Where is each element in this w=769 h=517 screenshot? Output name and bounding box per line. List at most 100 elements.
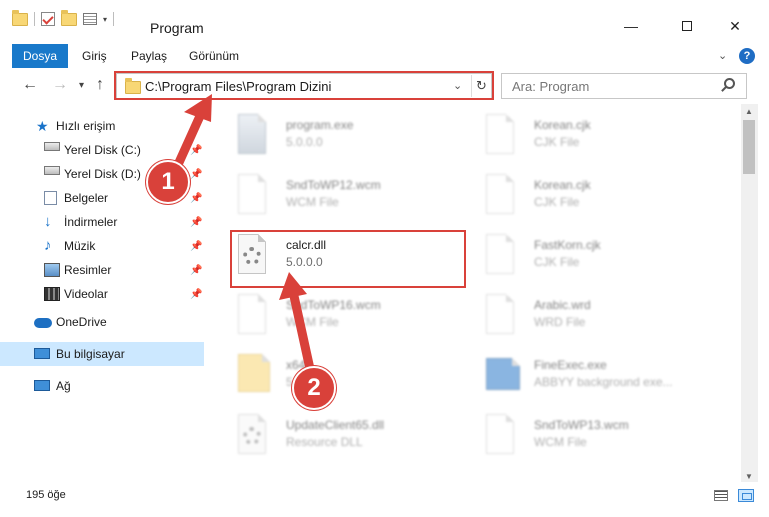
title-bar: ▾ Program — ✕	[0, 0, 769, 40]
item-count: 195 öğe	[26, 489, 66, 501]
file-icon	[486, 174, 514, 214]
pin-icon[interactable]: 📌	[190, 289, 202, 300]
sidebar-item-pictures[interactable]: Resimler 📌	[0, 258, 204, 282]
address-text[interactable]: C:\Program Files\Program Dizini	[145, 79, 331, 94]
close-button[interactable]: ✕	[712, 12, 758, 40]
minimize-icon: —	[624, 18, 638, 34]
help-icon[interactable]: ?	[739, 48, 755, 64]
sidebar-item-downloads[interactable]: ↓ İndirmeler 📌	[0, 210, 204, 234]
documents-icon	[44, 191, 57, 205]
list-item[interactable]: FastKorn.cjk CJK File	[472, 228, 712, 284]
drive-icon	[44, 166, 60, 175]
sidebar-label: Yerel Disk (C:)	[64, 143, 141, 157]
sidebar-label: Belgeler	[64, 191, 109, 205]
dll-file-icon	[238, 234, 266, 274]
sidebar-item-quick-access[interactable]: ★ Hızlı erişim	[0, 114, 204, 138]
address-bar[interactable]: C:\Program Files\Program Dizini ⌄ ↻	[116, 73, 492, 99]
list-item[interactable]: Korean.cjk CJK File	[472, 108, 712, 164]
pin-icon[interactable]: 📌	[190, 169, 202, 180]
forward-button[interactable]: →	[52, 76, 68, 94]
search-input[interactable]: Ara: Program	[512, 79, 589, 94]
search-icon[interactable]	[724, 78, 735, 89]
new-folder-icon[interactable]	[61, 9, 77, 26]
list-item[interactable]: Arabic.wrd WRD File	[472, 288, 712, 344]
sidebar-label: Resimler	[64, 263, 112, 277]
list-item-calcr-dll[interactable]: calcr.dll 5.0.0.0	[224, 228, 464, 284]
tiles-view-icon[interactable]	[738, 489, 754, 502]
pin-icon[interactable]: 📌	[190, 265, 202, 276]
properties-icon[interactable]	[83, 13, 97, 25]
cloud-icon	[34, 318, 52, 328]
pin-icon[interactable]: 📌	[190, 241, 202, 252]
list-item[interactable]: UpdateClient65.dll Resource DLL	[224, 408, 464, 464]
file-icon	[486, 414, 514, 454]
file-detail: 5.0.0.0	[286, 135, 323, 149]
network-icon	[34, 380, 50, 391]
tab-view[interactable]: Görünüm	[189, 49, 239, 63]
file-detail: WCM File	[286, 195, 339, 209]
ribbon: Dosya Giriş Paylaş Görünüm ⌄ ?	[0, 44, 769, 68]
address-dropdown-icon[interactable]: ⌄	[453, 79, 462, 92]
file-detail: CJK File	[534, 195, 580, 209]
sidebar-item-videos[interactable]: Videolar 📌	[0, 282, 204, 306]
folder-icon[interactable]	[12, 9, 28, 26]
status-bar: 195 öğe	[0, 484, 769, 508]
scroll-up-icon[interactable]: ▲	[745, 107, 753, 116]
pin-icon[interactable]: 📌	[190, 193, 202, 204]
sidebar-label: Hızlı erişim	[56, 119, 116, 133]
sidebar-label: Ağ	[56, 379, 71, 393]
details-view-icon[interactable]	[714, 490, 728, 501]
list-item[interactable]: FineExec.exe ABBYY background exe...	[472, 348, 712, 404]
minimize-button[interactable]: —	[608, 12, 654, 40]
list-item[interactable]: SndToWP13.wcm WCM File	[472, 408, 712, 464]
tab-file[interactable]: Dosya	[12, 44, 68, 68]
sidebar-item-this-pc[interactable]: Bu bilgisayar	[0, 342, 204, 366]
list-item[interactable]: SndToWP12.wcm WCM File	[224, 168, 464, 224]
file-name: FastKorn.cjk	[534, 238, 601, 252]
file-name: SndToWP12.wcm	[286, 178, 381, 192]
file-name: Korean.cjk	[534, 118, 591, 132]
file-icon	[486, 234, 514, 274]
separator	[34, 12, 35, 26]
pin-icon[interactable]: 📌	[190, 217, 202, 228]
sidebar-item-onedrive[interactable]: OneDrive	[0, 310, 204, 334]
file-detail: Resource DLL	[286, 435, 363, 449]
app-icon	[486, 358, 520, 390]
vertical-scrollbar[interactable]: ▲ ▼	[741, 104, 758, 482]
up-button[interactable]: ↑	[96, 76, 104, 94]
file-name: SndToWP13.wcm	[534, 418, 629, 432]
properties-check-icon[interactable]	[41, 12, 55, 26]
file-detail: WCM File	[534, 435, 587, 449]
sidebar-item-network[interactable]: Ağ	[0, 374, 204, 398]
tab-home[interactable]: Giriş	[82, 49, 107, 63]
file-detail: WRD File	[534, 315, 586, 329]
sidebar-label: OneDrive	[56, 315, 107, 329]
sidebar-label: Videolar	[64, 287, 108, 301]
list-item[interactable]: x64 5.0	[224, 348, 464, 404]
customize-toolbar-icon[interactable]: ▾	[103, 15, 107, 24]
search-box[interactable]: Ara: Program	[501, 73, 747, 99]
tab-share[interactable]: Paylaş	[131, 49, 167, 63]
scroll-down-icon[interactable]: ▼	[745, 472, 753, 481]
recent-locations-button[interactable]: ▾	[79, 80, 84, 91]
close-icon: ✕	[729, 17, 741, 34]
list-item[interactable]: Korean.cjk CJK File	[472, 168, 712, 224]
sidebar-item-drive-c[interactable]: Yerel Disk (C:) 📌	[0, 138, 204, 162]
file-name: FineExec.exe	[534, 358, 607, 372]
list-item[interactable]: SndToWP16.wcm WCM File	[224, 288, 464, 344]
back-button[interactable]: ←	[22, 76, 38, 94]
file-name: calcr.dll	[286, 238, 327, 252]
maximize-button[interactable]	[664, 12, 710, 40]
file-list: program.exe 5.0.0.0 SndToWP12.wcm WCM Fi…	[216, 104, 740, 478]
window-title: Program	[150, 20, 204, 36]
scroll-thumb[interactable]	[743, 120, 755, 174]
expand-ribbon-icon[interactable]: ⌄	[718, 49, 727, 62]
pin-icon[interactable]: 📌	[190, 145, 202, 156]
file-icon	[238, 174, 266, 214]
file-name: UpdateClient65.dll	[286, 418, 385, 432]
gear-icon	[243, 247, 261, 265]
step-1-badge: 1	[146, 160, 190, 204]
list-item[interactable]: program.exe 5.0.0.0	[224, 108, 464, 164]
sidebar-item-music[interactable]: ♪ Müzik 📌	[0, 234, 204, 258]
refresh-button[interactable]: ↻	[471, 75, 491, 97]
